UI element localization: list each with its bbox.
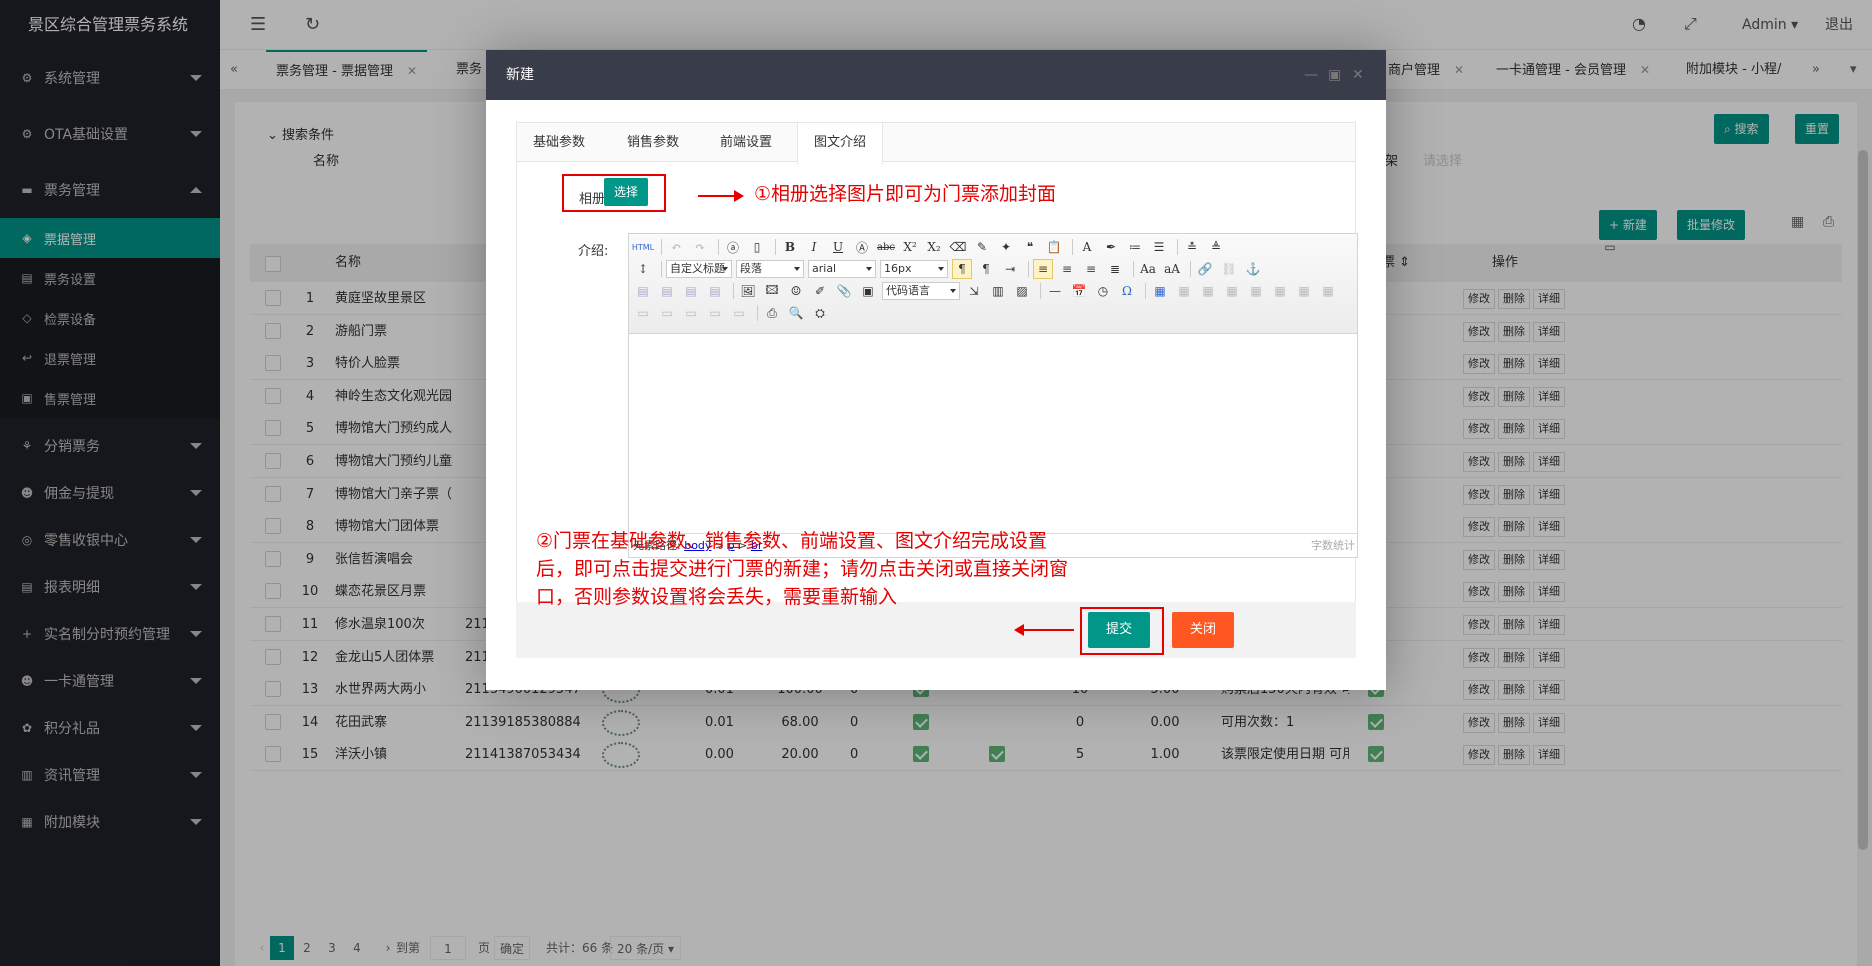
blockquote-icon[interactable]: ❝ [1020, 237, 1040, 257]
html-source-icon[interactable]: HTML [632, 237, 654, 257]
tolowercase-icon[interactable]: aA [1162, 259, 1182, 279]
simple-upload-icon[interactable]: 🖼 [738, 281, 758, 301]
map-icon[interactable]: ▣ [858, 281, 878, 301]
submit-button[interactable]: 提交 [1088, 612, 1151, 648]
font-color-icon[interactable]: A [1077, 237, 1097, 257]
word-count[interactable]: 字数统计 [1311, 534, 1355, 558]
emotion-icon[interactable]: ☺ [786, 281, 806, 301]
dialog-tabs: 基础参数 销售参数 前端设置 图文介绍 [516, 122, 1356, 164]
link-icon[interactable]: 🔗 [1195, 259, 1215, 279]
rtl-icon[interactable]: ¶ [976, 259, 996, 279]
pastetext-icon[interactable]: ⓐ [723, 237, 743, 257]
preview-icon[interactable]: ▭ [1600, 237, 1620, 257]
split-cells-icon[interactable]: ▭ [681, 303, 701, 323]
superscript-icon[interactable]: X² [900, 237, 920, 257]
custom-title-select[interactable]: 自定义标题 [666, 260, 732, 278]
image-right-icon[interactable]: ▤ [681, 281, 701, 301]
annotation-2: ②门票在基础参数、销售参数、前端设置、图文介绍完成设置后，即可点击提交进行门票的… [536, 530, 1069, 608]
delete-row-icon[interactable]: ▦ [1246, 281, 1266, 301]
paste-plain-icon[interactable]: 📋 [1044, 237, 1064, 257]
delete-col-icon[interactable]: ▦ [1294, 281, 1314, 301]
maximize-icon[interactable]: ▣ [1328, 50, 1341, 100]
paragraph-select[interactable]: 段落 [736, 260, 804, 278]
ordered-list-icon[interactable]: ≔ [1125, 237, 1145, 257]
align-center-icon[interactable]: ≡ [1057, 259, 1077, 279]
new-doc-icon[interactable]: ▯ [747, 237, 767, 257]
search-replace-icon[interactable]: 🔍 [786, 303, 806, 323]
print-icon[interactable]: ⎙ [762, 303, 782, 323]
template-icon[interactable]: ▥ [988, 281, 1008, 301]
anchor-icon[interactable]: ⚓ [1243, 259, 1263, 279]
justify-icon[interactable]: ≣ [1105, 259, 1125, 279]
rich-text-editor: HTML ↶ ↷ ⓐ ▯ B I U Ⓐ abc X² X₂ ⌫ ✎ ✦ ❝ 📋 [628, 233, 1616, 558]
dialog-title-bar: 新建 — ▣ ✕ [486, 50, 1386, 100]
attachment-icon[interactable]: 📎 [834, 281, 854, 301]
insert-image-icon[interactable]: 🖾 [762, 281, 782, 301]
indent-icon[interactable]: ⇥ [1000, 259, 1020, 279]
insert-col-icon[interactable]: ▦ [1270, 281, 1290, 301]
close-icon[interactable]: ✕ [1352, 50, 1364, 100]
split-rows-icon[interactable]: ▭ [705, 303, 725, 323]
date-icon[interactable]: 📅 [1069, 281, 1089, 301]
font-family-select[interactable]: arial [808, 260, 876, 278]
row-spacing-top-icon[interactable]: ≛ [1182, 237, 1202, 257]
dialog-title: 新建 [506, 67, 534, 83]
merge-right-icon[interactable]: ▭ [633, 303, 653, 323]
tab-basic-params[interactable]: 基础参数 [517, 123, 601, 163]
align-left-icon[interactable]: ≡ [1033, 259, 1053, 279]
close-button[interactable]: 关闭 [1172, 612, 1235, 648]
new-ticket-dialog: 新建 — ▣ ✕ 基础参数 销售参数 前端设置 图文介绍 相册: 选择 ①相册选… [486, 50, 1616, 690]
insert-row-icon[interactable]: ▦ [1222, 281, 1242, 301]
annotation-arrow-2 [1014, 624, 1074, 636]
tab-sales-params[interactable]: 销售参数 [611, 123, 695, 163]
merge-cells-icon[interactable]: ▦ [1318, 281, 1338, 301]
horizontal-rule-icon[interactable]: — [1045, 281, 1065, 301]
pagebreak-icon[interactable]: ⇲ [964, 281, 984, 301]
intro-label: 介绍: [578, 244, 609, 259]
eraser-icon[interactable]: ⌫ [948, 237, 968, 257]
background-icon[interactable]: ▨ [1012, 281, 1032, 301]
undo-icon[interactable]: ↶ [666, 237, 686, 257]
tab-frontend-settings[interactable]: 前端设置 [704, 123, 788, 163]
italic-icon[interactable]: I [804, 237, 824, 257]
auto-typeset-icon[interactable]: ✦ [996, 237, 1016, 257]
align-right-icon[interactable]: ≡ [1081, 259, 1101, 279]
split-cols-icon[interactable]: ▭ [729, 303, 749, 323]
unlink-icon[interactable]: ⛓ [1219, 259, 1239, 279]
tab-rich-intro[interactable]: 图文介绍 [797, 123, 884, 164]
ltr-icon[interactable]: ¶ [952, 259, 972, 279]
editor-content-area[interactable] [629, 335, 1357, 533]
font-border-icon[interactable]: Ⓐ [852, 237, 872, 257]
line-height-icon[interactable]: ↕ [633, 259, 653, 279]
image-left-icon[interactable]: ▤ [657, 281, 677, 301]
annotation-1: ①相册选择图片即可为门票添加封面 [754, 183, 1057, 205]
format-brush-icon[interactable]: ✎ [972, 237, 992, 257]
time-icon[interactable]: ◷ [1093, 281, 1113, 301]
image-none-icon[interactable]: ▤ [633, 281, 653, 301]
background-color-icon[interactable]: ✒ [1101, 237, 1121, 257]
insert-paragraph-before-table-icon[interactable]: ▦ [1198, 281, 1218, 301]
minimize-icon[interactable]: — [1304, 50, 1318, 100]
font-size-select[interactable]: 16px [880, 260, 948, 278]
drafts-icon[interactable]: ⛭ [810, 303, 830, 323]
annotation-arrow-1 [698, 190, 744, 202]
underline-icon[interactable]: U [828, 237, 848, 257]
code-language-select[interactable]: 代码语言 [882, 282, 960, 300]
redo-icon[interactable]: ↷ [690, 237, 710, 257]
subscript-icon[interactable]: X₂ [924, 237, 944, 257]
scrawl-icon[interactable]: ✐ [810, 281, 830, 301]
special-chars-icon[interactable]: Ω [1117, 281, 1137, 301]
merge-down-icon[interactable]: ▭ [657, 303, 677, 323]
image-center-icon[interactable]: ▤ [705, 281, 725, 301]
touppercase-icon[interactable]: Aa [1138, 259, 1158, 279]
strikethrough-icon[interactable]: abc [876, 237, 896, 257]
row-spacing-bottom-icon[interactable]: ≜ [1206, 237, 1226, 257]
editor-toolbar: HTML ↶ ↷ ⓐ ▯ B I U Ⓐ abc X² X₂ ⌫ ✎ ✦ ❝ 📋 [629, 234, 1616, 334]
bold-icon[interactable]: B [780, 237, 800, 257]
unordered-list-icon[interactable]: ☰ [1149, 237, 1169, 257]
select-album-button[interactable]: 选择 [604, 178, 649, 206]
insert-table-icon[interactable]: ▦ [1150, 281, 1170, 301]
delete-table-icon[interactable]: ▦ [1174, 281, 1194, 301]
